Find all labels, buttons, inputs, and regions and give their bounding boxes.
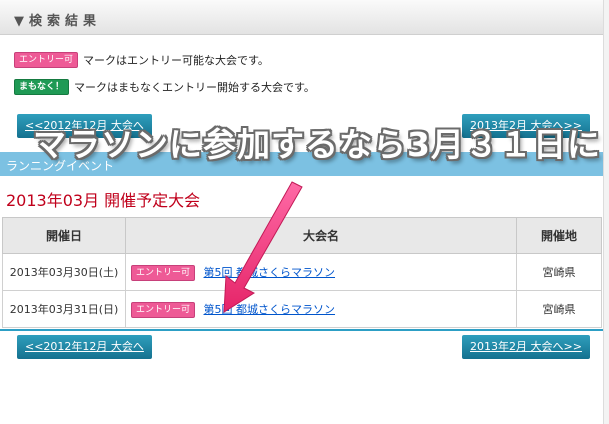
pointer-arrow-icon bbox=[223, 181, 303, 313]
